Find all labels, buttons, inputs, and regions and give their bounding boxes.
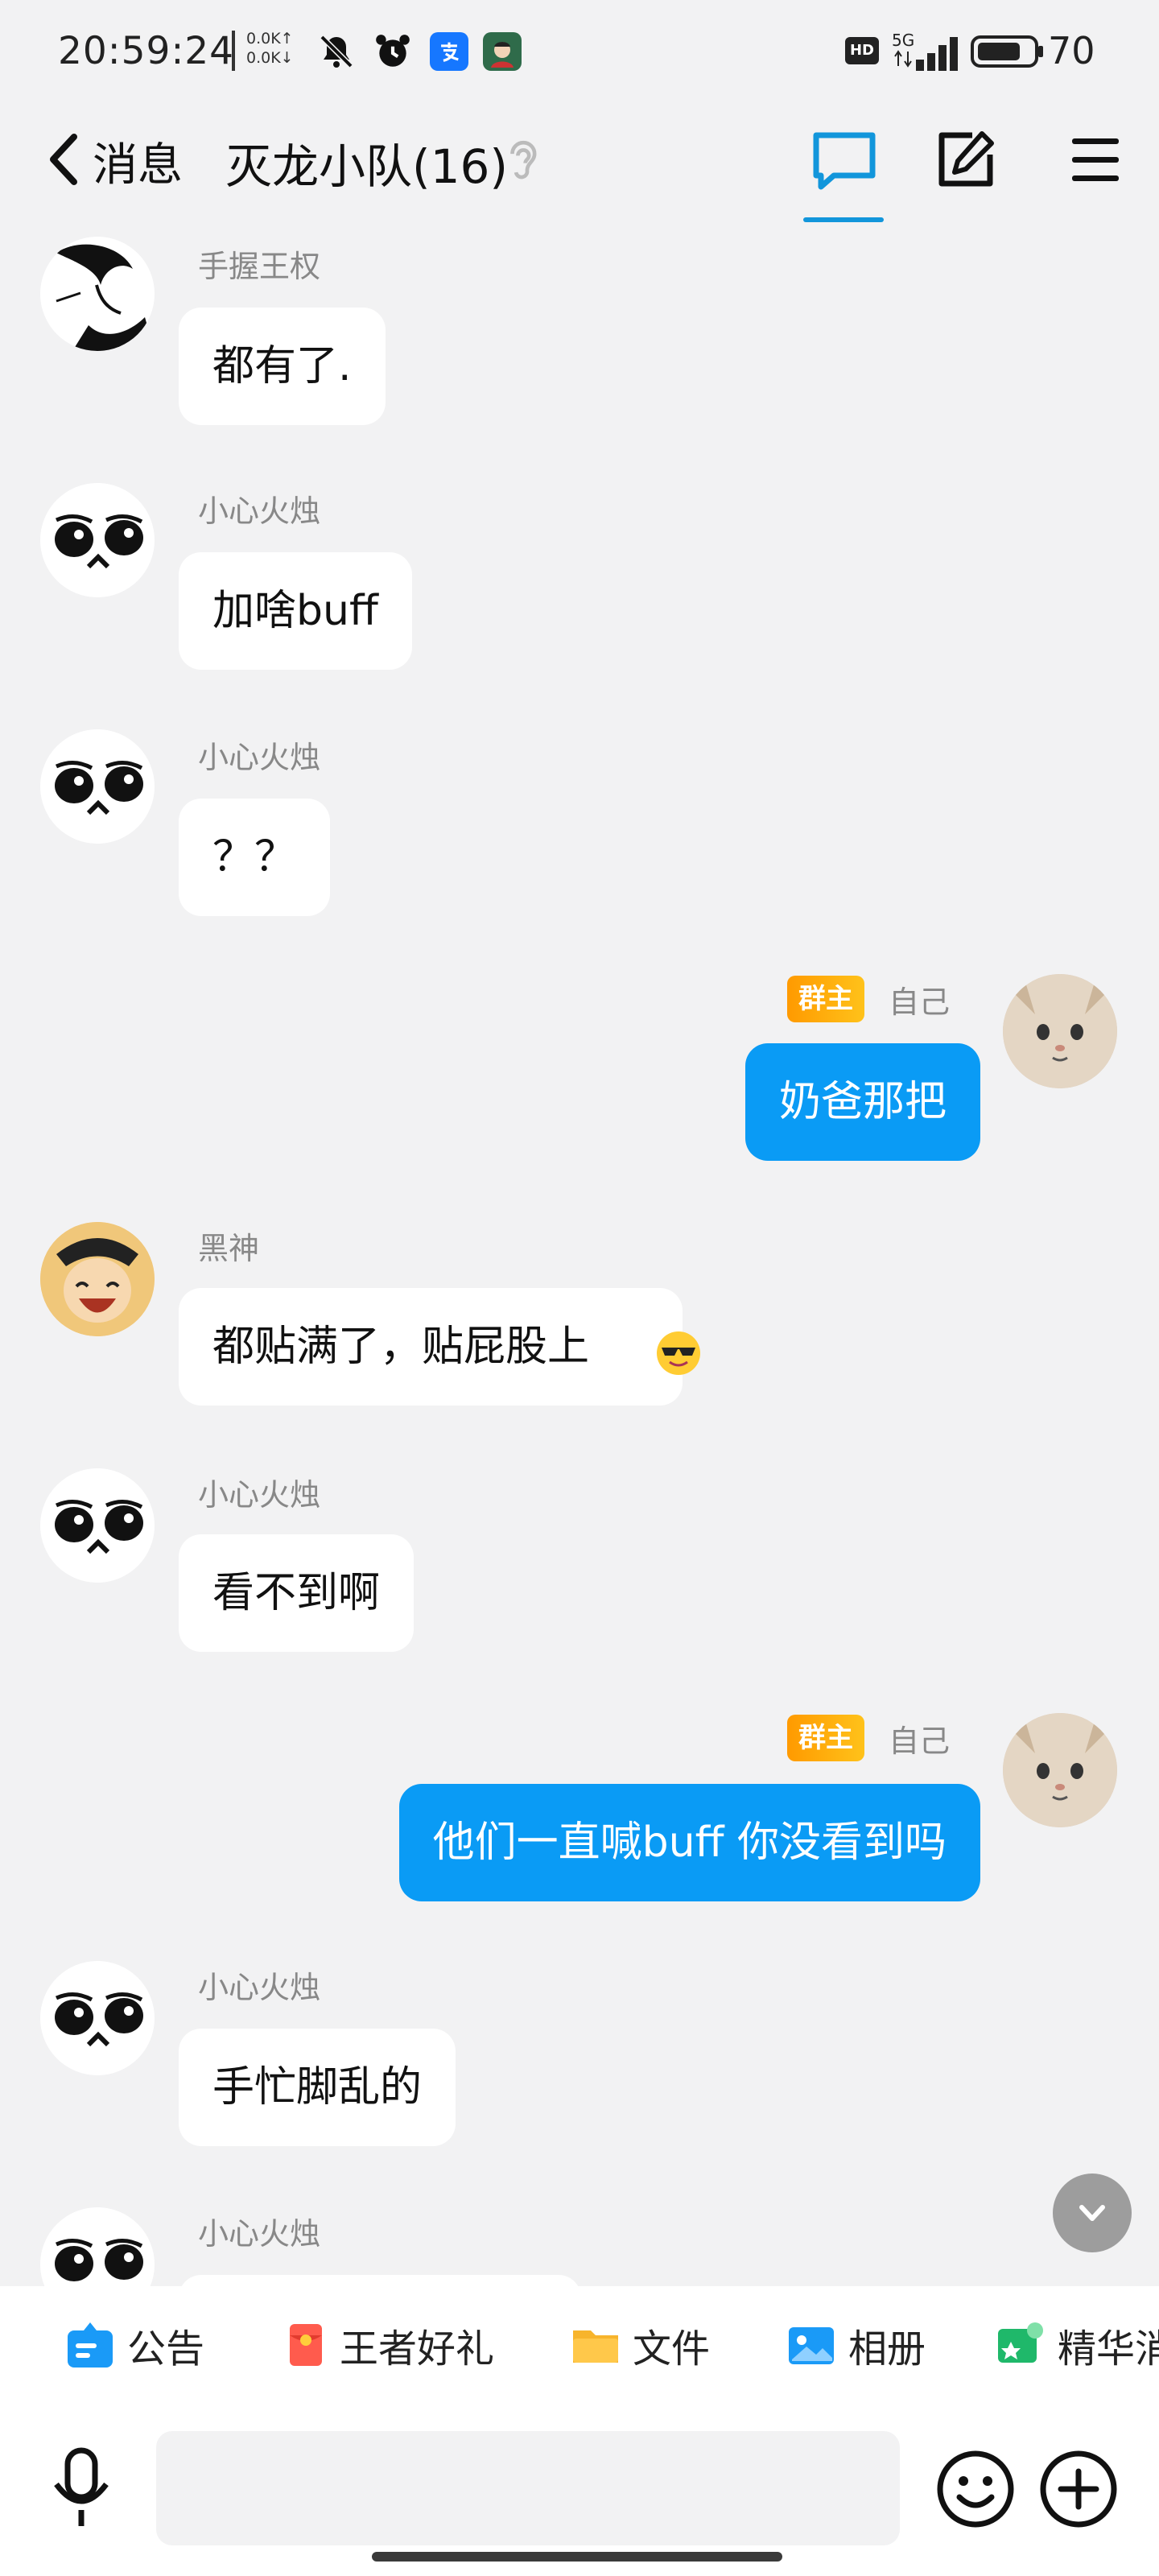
toolbar-label: 王者好礼 (340, 2326, 495, 2372)
chat-tab-icon[interactable] (810, 129, 879, 193)
avatar[interactable] (40, 1961, 155, 2075)
announcement-icon (64, 2319, 116, 2371)
alipay-icon (430, 32, 468, 71)
essence-icon (995, 2319, 1046, 2371)
sender-name: 小心火烛 (198, 493, 321, 529)
ear-icon[interactable] (499, 135, 544, 184)
alarm-clock-icon (370, 29, 415, 74)
hd-icon: HD (845, 37, 879, 64)
back-button[interactable] (40, 127, 89, 192)
sender-name: 小心火烛 (198, 740, 321, 775)
owner-badge: 群主 (787, 1715, 864, 1761)
toolbar-label: 相册 (848, 2326, 926, 2372)
status-time: 20:59:24 (58, 29, 235, 73)
toolbar-label: 公告 (127, 2326, 205, 2372)
message-input[interactable] (156, 2431, 900, 2545)
sender-name: 手握王权 (198, 249, 321, 284)
message-bubble[interactable]: 都有了. (179, 308, 386, 425)
sender-name: 自己 (889, 1724, 951, 1759)
avatar[interactable] (1003, 1713, 1117, 1827)
sender-name: 自己 (889, 985, 951, 1020)
plus-icon[interactable] (1037, 2447, 1120, 2531)
message-bubble[interactable]: ？？ (179, 799, 331, 916)
message-bubble[interactable]: 手忙脚乱的 (179, 2029, 456, 2146)
avatar[interactable] (40, 1222, 155, 1336)
battery-percent: 70 (1048, 29, 1095, 72)
sender-name: 小心火烛 (198, 1477, 321, 1513)
red-packet-icon (283, 2319, 328, 2371)
chat-tab-underline (803, 217, 884, 222)
menu-icon[interactable] (1067, 134, 1124, 187)
avatar[interactable] (40, 1468, 155, 1583)
emoji-icon[interactable] (934, 2447, 1017, 2531)
avatar[interactable] (1003, 974, 1117, 1088)
cool-emoji-icon (655, 1330, 702, 1377)
battery-icon (971, 34, 1045, 69)
my-message-bubble[interactable]: 奶爸那把 (744, 1043, 980, 1161)
toolbar-album[interactable]: 相册 (786, 2317, 926, 2373)
mute-bell-icon (314, 29, 359, 74)
signal-icon (889, 32, 961, 72)
my-message-bubble[interactable]: 他们一直喊buff 你没看到吗 (398, 1784, 980, 1901)
message-bubble[interactable]: 都贴满了，贴屁股上 (179, 1288, 683, 1406)
sender-name: 小心火烛 (198, 2216, 321, 2252)
scroll-to-bottom-button[interactable] (1053, 2174, 1132, 2252)
message-bubble[interactable]: 看不到啊 (179, 1534, 415, 1652)
net-up: 0.0K↑ (246, 30, 294, 47)
status-bar: 20:59:24 0.0K↑ 0.0K↓ HD 5G 70 (0, 0, 1159, 97)
group-title[interactable]: 灭龙小队(16) (225, 129, 508, 196)
toolbar-announcement[interactable]: 公告 (64, 2317, 204, 2373)
sender-name: 黑神 (198, 1231, 260, 1266)
edit-icon[interactable] (934, 127, 998, 192)
net-down: 0.0K↓ (246, 49, 294, 67)
message-bubble[interactable]: 加啥buff (179, 552, 412, 670)
sender-name: 小心火烛 (198, 1970, 321, 2005)
microphone-icon[interactable] (45, 2446, 118, 2531)
home-indicator (372, 2552, 782, 2562)
owner-badge: 群主 (787, 976, 864, 1022)
back-label[interactable]: 消息 (93, 129, 183, 194)
toolbar-files[interactable]: 文件 (570, 2317, 710, 2373)
app-notification-icon (483, 32, 522, 71)
toolbar-label: 文件 (633, 2326, 711, 2372)
folder-icon (570, 2319, 621, 2371)
album-icon (786, 2319, 837, 2371)
net-speed: 0.0K↑ 0.0K↓ (246, 29, 294, 68)
avatar[interactable] (40, 729, 155, 844)
avatar[interactable] (40, 483, 155, 597)
toolbar-label: 精华消 (1058, 2326, 1159, 2372)
toolbar-gift[interactable]: 王者好礼 (283, 2317, 494, 2373)
toolbar-essence[interactable]: 精华消 (995, 2317, 1159, 2373)
avatar[interactable] (40, 237, 155, 351)
message-text: 都贴满了，贴屁股上 (212, 1323, 590, 1371)
status-divider (232, 31, 235, 71)
